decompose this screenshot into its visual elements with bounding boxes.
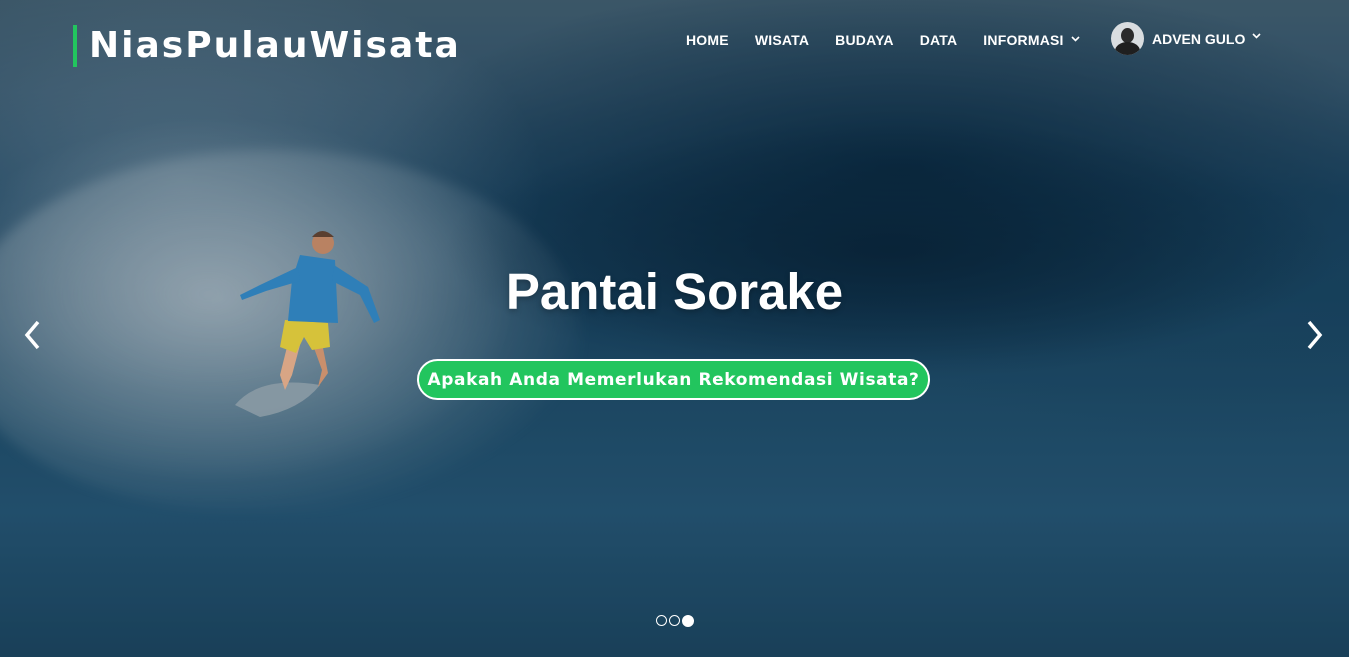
carousel-indicator-dot[interactable] xyxy=(656,615,667,626)
carousel-next-button[interactable] xyxy=(1297,315,1333,355)
avatar xyxy=(1111,22,1144,55)
carousel-indicator-dot[interactable] xyxy=(669,615,680,626)
brand-logo[interactable]: NiasPulauWisata xyxy=(73,25,461,67)
nav-data[interactable]: DATA xyxy=(920,30,958,50)
user-name: ADVEN GULO xyxy=(1152,30,1246,47)
navbar: NiasPulauWisata HOME WISATA BUDAYA DATA … xyxy=(0,0,1349,86)
chevron-left-icon xyxy=(24,320,40,350)
nav-budaya[interactable]: BUDAYA xyxy=(835,30,894,50)
slide-title: Pantai Sorake xyxy=(505,263,844,320)
recommendation-button[interactable]: Apakah Anda Memerlukan Rekomendasi Wisat… xyxy=(417,359,930,400)
nav-home[interactable]: HOME xyxy=(686,30,729,50)
nav-wisata[interactable]: WISATA xyxy=(755,30,809,50)
main-nav: HOME WISATA BUDAYA DATA INFORMASI xyxy=(686,30,1106,50)
hero-carousel xyxy=(0,0,1349,657)
carousel-indicators xyxy=(656,614,696,627)
chevron-right-icon xyxy=(1307,320,1323,350)
user-menu[interactable]: ADVEN GULO xyxy=(1111,22,1261,55)
carousel-prev-button[interactable] xyxy=(14,315,50,355)
surfer-image xyxy=(235,231,380,417)
chevron-down-icon xyxy=(1071,35,1080,44)
nav-informasi-dropdown[interactable]: INFORMASI xyxy=(983,30,1080,50)
chevron-down-icon xyxy=(1252,33,1261,42)
wave-shadow xyxy=(440,120,1340,380)
carousel-indicator-dot[interactable] xyxy=(682,614,694,627)
